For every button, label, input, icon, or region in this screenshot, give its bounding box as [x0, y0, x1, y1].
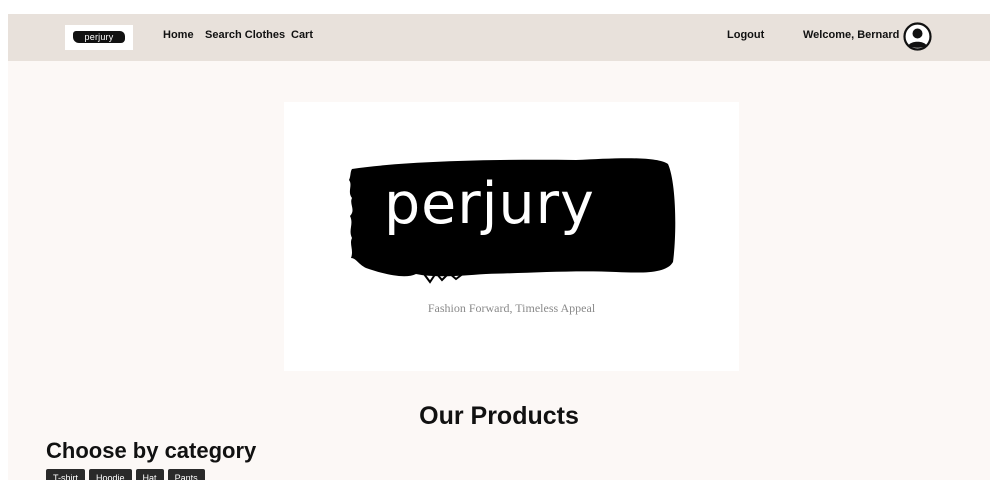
top-navbar: perjury Home Search Clothes Cart Logout …	[8, 14, 990, 61]
category-chip-pants[interactable]: Pants	[167, 469, 205, 480]
our-products-heading: Our Products	[419, 402, 579, 430]
choose-category-heading: Choose by category	[46, 438, 257, 463]
brand-logo-mark: perjury	[73, 31, 125, 43]
hero-brand-name: perjury	[384, 171, 595, 237]
welcome-text: Welcome, Bernard	[803, 29, 900, 41]
nav-cart-link[interactable]: Cart	[291, 29, 313, 41]
nav-search-clothes-link[interactable]: Search Clothes	[205, 29, 285, 41]
category-filter-list: T-shirt Hoodie Hat Pants	[46, 469, 205, 480]
nav-home-link[interactable]: Home	[163, 29, 194, 41]
hero-tagline: Fashion Forward, Timeless Appeal	[427, 301, 596, 315]
user-avatar-icon[interactable]	[903, 22, 932, 51]
logout-link[interactable]: Logout	[727, 29, 764, 41]
category-chip-hoodie[interactable]: Hoodie	[89, 469, 132, 480]
category-chip-hat[interactable]: Hat	[135, 469, 164, 480]
page: perjury Home Search Clothes Cart Logout …	[8, 14, 990, 480]
category-chip-tshirt[interactable]: T-shirt	[46, 469, 86, 480]
brand-logo[interactable]: perjury	[65, 25, 133, 50]
hero-banner: perjury Fashion Forward, Timeless Appeal	[284, 102, 739, 371]
